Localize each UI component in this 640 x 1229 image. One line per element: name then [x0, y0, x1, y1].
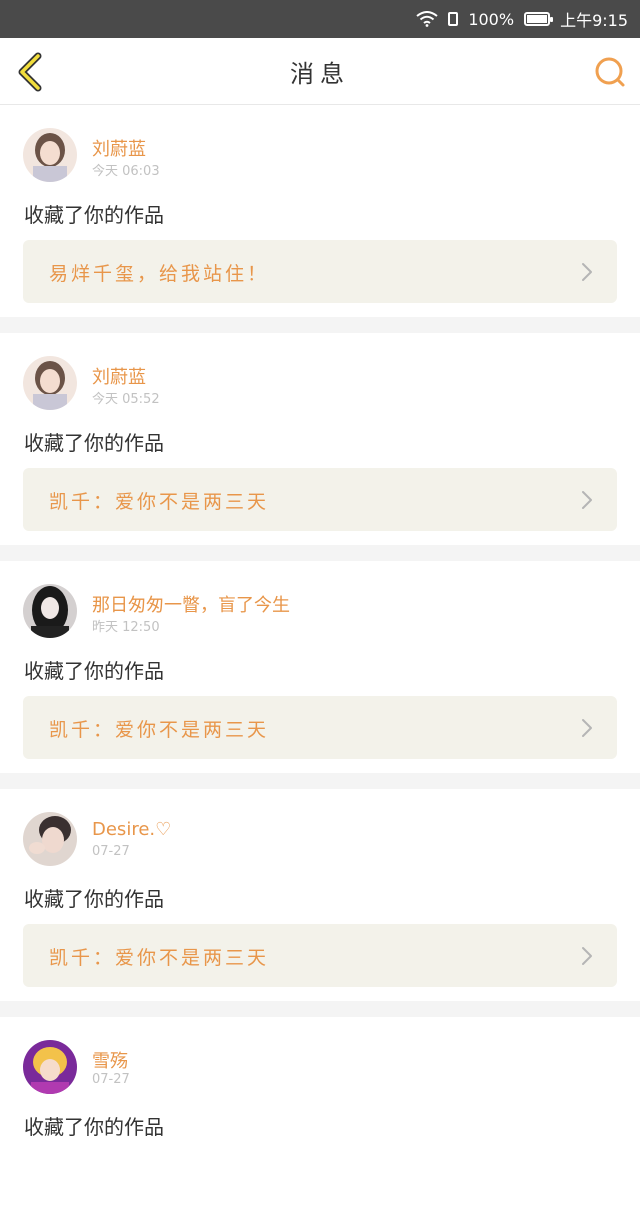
message-card: 雪殇 07-27 收藏了你的作品	[0, 1017, 640, 1229]
work-link[interactable]: 易烊千玺，给我站住！	[23, 240, 617, 303]
wifi-icon	[416, 11, 438, 27]
message-card: 刘蔚蓝 今天 06:03 收藏了你的作品 易烊千玺，给我站住！	[0, 105, 640, 333]
chevron-right-icon	[582, 719, 592, 737]
username[interactable]: 那日匆匆一瞥，盲了今生	[92, 591, 290, 617]
search-icon	[595, 57, 625, 87]
status-bar: 100% 上午9:15	[0, 0, 640, 38]
page-title: 消息	[290, 59, 350, 88]
message-card: 那日匆匆一瞥，盲了今生 昨天 12:50 收藏了你的作品 凯千：爱你不是两三天	[0, 561, 640, 789]
work-link[interactable]: 凯千：爱你不是两三天	[23, 696, 617, 759]
work-title: 凯千：爱你不是两三天	[49, 491, 270, 513]
message-card: 刘蔚蓝 今天 05:52 收藏了你的作品 凯千：爱你不是两三天	[0, 333, 640, 561]
action-text: 收藏了你的作品	[24, 659, 164, 683]
timestamp: 昨天 12:50	[92, 620, 160, 635]
action-text: 收藏了你的作品	[24, 1115, 164, 1139]
work-title: 凯千：爱你不是两三天	[49, 719, 270, 741]
username[interactable]: Desire.♡	[92, 819, 171, 840]
sim-card-icon	[448, 12, 459, 26]
header: 消息	[0, 38, 640, 105]
username[interactable]: 刘蔚蓝	[92, 135, 146, 161]
work-link[interactable]: 凯千：爱你不是两三天	[23, 924, 617, 987]
username[interactable]: 刘蔚蓝	[92, 363, 146, 389]
timestamp: 今天 05:52	[92, 392, 160, 407]
avatar[interactable]	[23, 128, 77, 182]
status-time: 上午9:15	[560, 11, 628, 30]
chevron-right-icon	[582, 947, 592, 965]
chevron-right-icon	[582, 263, 592, 281]
avatar[interactable]	[23, 1040, 77, 1094]
username[interactable]: 雪殇	[92, 1047, 128, 1073]
battery-icon	[524, 12, 554, 26]
chevron-right-icon	[582, 491, 592, 509]
message-list: 刘蔚蓝 今天 06:03 收藏了你的作品 易烊千玺，给我站住！ 刘蔚蓝 今天 0…	[0, 105, 640, 1229]
action-text: 收藏了你的作品	[24, 887, 164, 911]
search-button[interactable]	[592, 54, 628, 90]
battery-percent: 100%	[468, 9, 515, 29]
avatar[interactable]	[23, 584, 77, 638]
action-text: 收藏了你的作品	[24, 203, 164, 227]
chevron-left-icon	[18, 52, 42, 92]
back-button[interactable]	[14, 52, 50, 92]
avatar[interactable]	[23, 356, 77, 410]
work-title: 凯千：爱你不是两三天	[49, 947, 270, 969]
timestamp: 07-27	[92, 1072, 130, 1087]
work-title: 易烊千玺，给我站住！	[49, 263, 270, 285]
message-card: Desire.♡ 07-27 收藏了你的作品 凯千：爱你不是两三天	[0, 789, 640, 1017]
avatar[interactable]	[23, 812, 77, 866]
work-link[interactable]: 凯千：爱你不是两三天	[23, 468, 617, 531]
timestamp: 07-27	[92, 844, 130, 859]
timestamp: 今天 06:03	[92, 164, 160, 179]
action-text: 收藏了你的作品	[24, 431, 164, 455]
